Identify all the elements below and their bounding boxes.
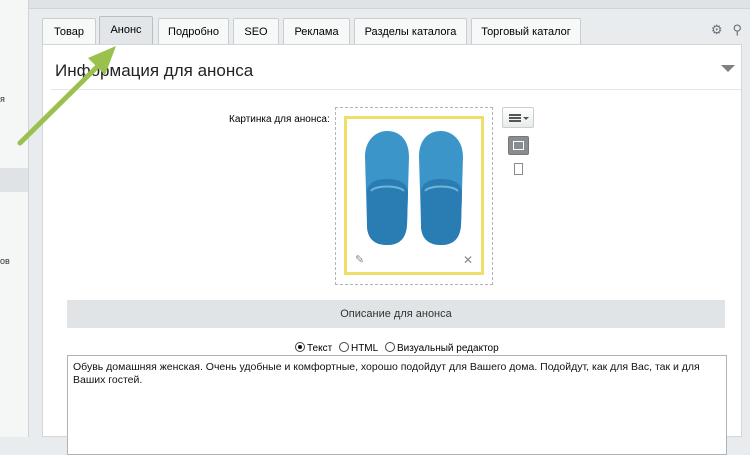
sidebar-fragment: ов <box>0 256 10 266</box>
edit-pencil-icon[interactable]: ✎ <box>355 253 364 266</box>
picture-dropzone[interactable]: ✎ ✕ <box>335 107 493 285</box>
announce-panel: Информация для анонса Картинка для анонс… <box>42 44 742 455</box>
image-icon[interactable] <box>508 136 529 155</box>
menu-icon <box>509 114 521 122</box>
gear-icon[interactable]: ⚙ <box>711 22 723 37</box>
delete-icon[interactable]: ✕ <box>463 253 473 267</box>
tab-advertising[interactable]: Реклама <box>283 18 350 44</box>
slippers-image <box>365 131 463 245</box>
tab-tools: ⚙ ⚲ <box>701 22 742 38</box>
sidebar-fragment: я <box>0 94 5 104</box>
mode-visual-label: Визуальный редактор <box>396 343 499 354</box>
tab-bar: Товар Анонс Подробно SEO Реклама Разделы… <box>42 16 750 45</box>
top-strip <box>0 0 750 9</box>
left-sidebar: я ов <box>0 0 29 437</box>
mode-html-radio[interactable]: HTML <box>338 342 379 354</box>
mode-text-radio[interactable]: Текст <box>295 342 332 354</box>
panel-title: Информация для анонса <box>55 61 254 80</box>
tab-detail[interactable]: Подробно <box>158 18 229 44</box>
tab-announce[interactable]: Анонс <box>99 16 153 45</box>
description-textarea[interactable]: Обувь домашняя женская. Очень удобные и … <box>67 355 727 455</box>
picture-menu-button[interactable] <box>502 107 534 128</box>
pin-icon[interactable]: ⚲ <box>732 22 742 37</box>
tab-catalog-sections[interactable]: Разделы каталога <box>354 18 467 44</box>
collapse-toggle-icon[interactable] <box>721 65 735 72</box>
mode-text-label: Текст <box>307 343 333 354</box>
tab-product[interactable]: Товар <box>42 18 96 44</box>
editor-mode-selector: Текст HTML Визуальный редактор <box>295 342 503 354</box>
tab-seo[interactable]: SEO <box>233 18 279 44</box>
picture-label: Картинка для анонса: <box>229 114 330 125</box>
file-icon[interactable] <box>514 163 523 175</box>
picture-frame[interactable]: ✎ ✕ <box>344 116 484 275</box>
divider <box>51 89 741 90</box>
mode-html-label: HTML <box>350 343 379 354</box>
mode-visual-radio[interactable]: Визуальный редактор <box>384 342 499 354</box>
chevron-down-icon <box>523 117 529 120</box>
sidebar-active-item[interactable] <box>0 168 28 192</box>
description-header: Описание для анонса <box>67 300 725 328</box>
tab-trade-catalog[interactable]: Торговый каталог <box>471 18 581 44</box>
